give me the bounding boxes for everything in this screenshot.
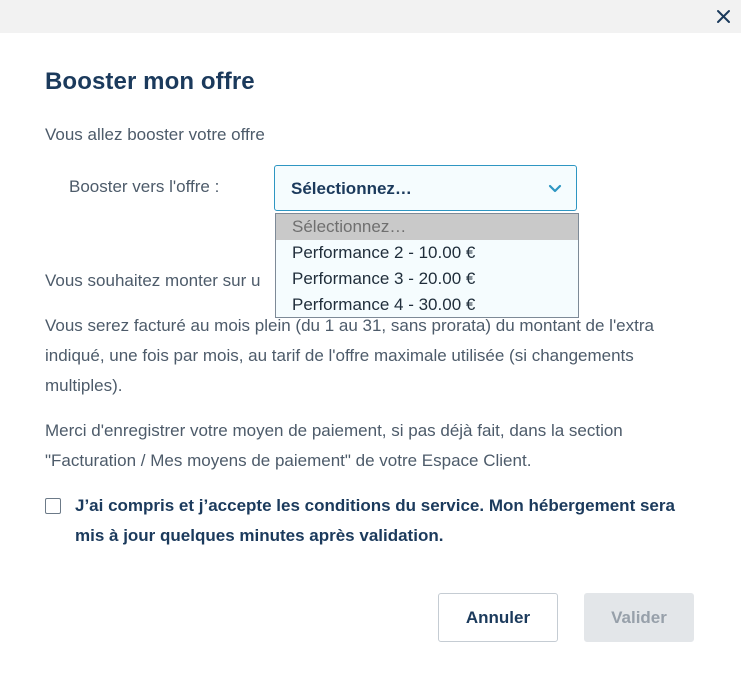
offer-option-performance-2[interactable]: Performance 2 - 10.00 € bbox=[276, 240, 578, 266]
offer-option-performance-3[interactable]: Performance 3 - 20.00 € bbox=[276, 266, 578, 292]
offer-option-performance-4[interactable]: Performance 4 - 30.00 € bbox=[276, 292, 578, 318]
billing-paragraph: Vous serez facturé au mois plein (du 1 a… bbox=[45, 316, 654, 395]
consent-checkbox[interactable] bbox=[45, 498, 61, 514]
modal-title: Booster mon offre bbox=[45, 68, 255, 95]
cancel-button[interactable]: Annuler bbox=[438, 593, 558, 642]
close-button[interactable] bbox=[709, 2, 737, 30]
payment-paragraph: Merci d'enregistrer votre moyen de paiem… bbox=[45, 421, 623, 470]
booster-modal: Booster mon offre Vous allez booster vot… bbox=[0, 0, 741, 677]
modal-header-bar bbox=[0, 0, 741, 33]
offer-dropdown-list: Sélectionnez… Performance 2 - 10.00 € Pe… bbox=[275, 213, 579, 318]
offer-select-value: Sélectionnez… bbox=[291, 179, 412, 198]
upgrade-paragraph-start: Vous souhaitez monter sur u bbox=[45, 271, 261, 290]
offer-select[interactable]: Sélectionnez… bbox=[274, 165, 577, 211]
offer-select-label: Booster vers l'offre : bbox=[69, 177, 220, 196]
submit-button[interactable]: Valider bbox=[584, 593, 694, 642]
intro-text: Vous allez booster votre offre bbox=[45, 125, 265, 144]
chevron-down-icon bbox=[548, 184, 562, 193]
consent-label[interactable]: J’ai compris et j’accepte les conditions… bbox=[75, 491, 695, 551]
offer-option-placeholder[interactable]: Sélectionnez… bbox=[276, 214, 578, 240]
close-icon bbox=[717, 10, 730, 23]
